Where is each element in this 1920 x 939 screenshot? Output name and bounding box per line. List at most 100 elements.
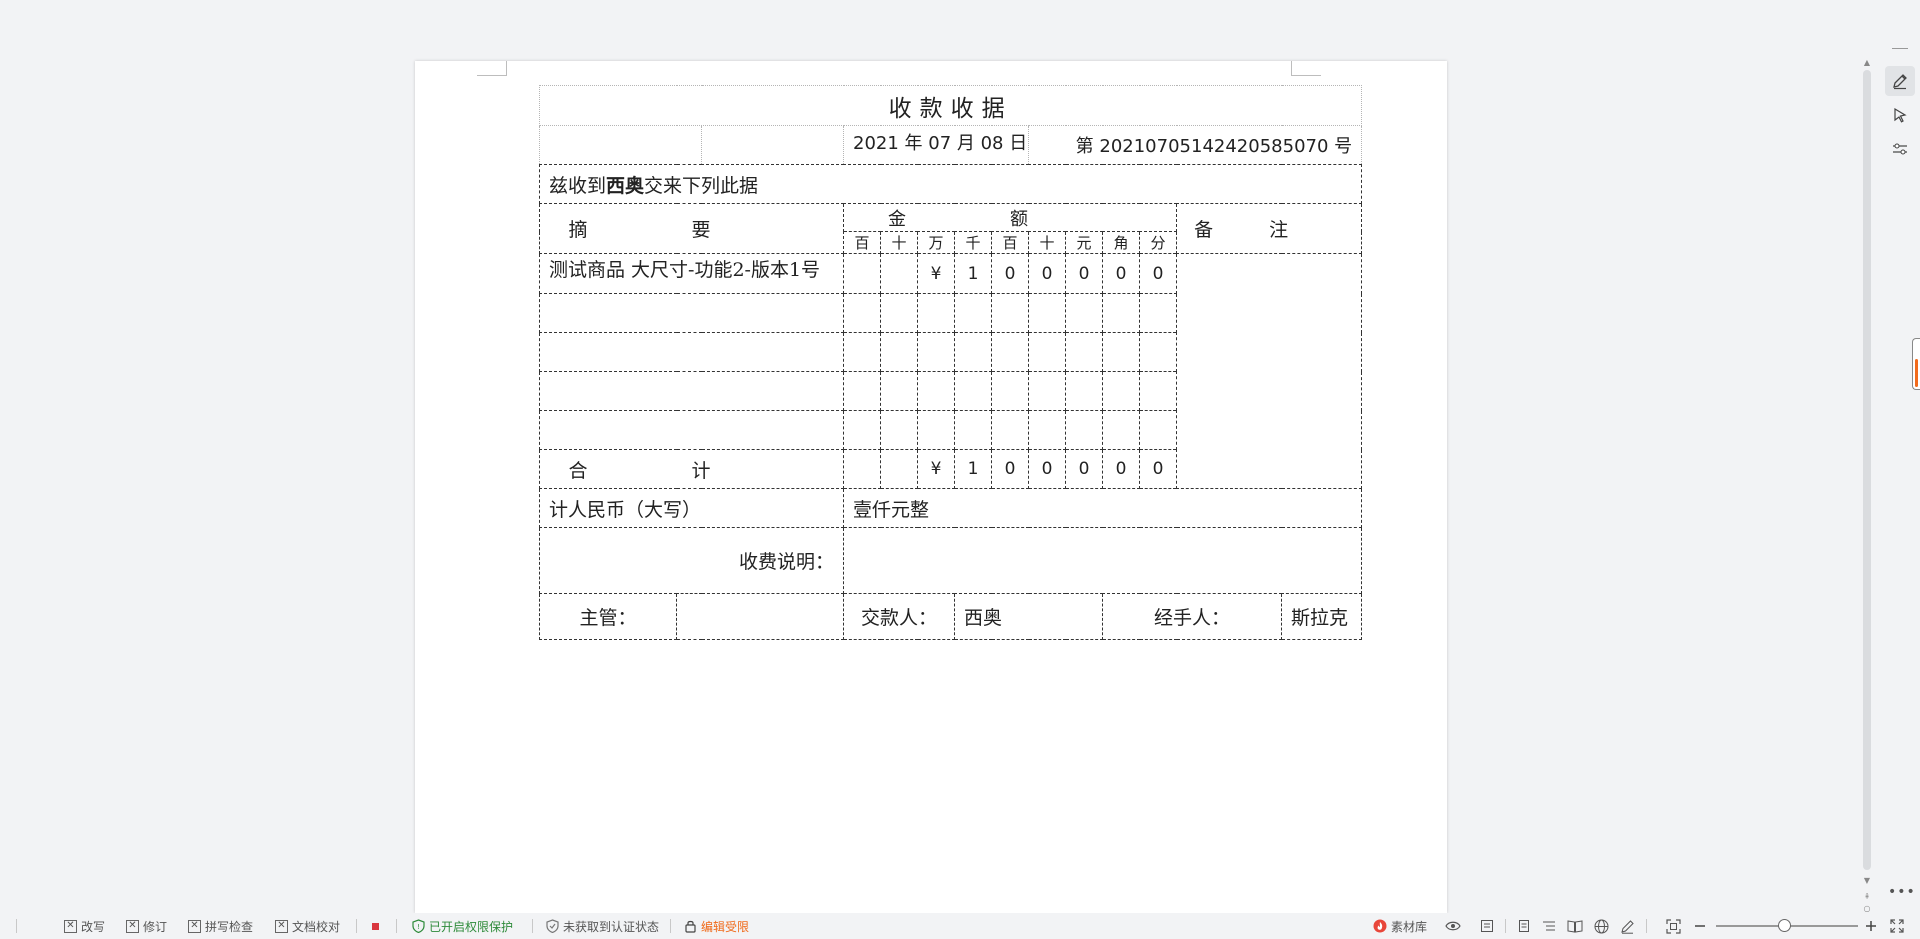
remark-cell[interactable] xyxy=(1175,253,1363,489)
payer-label: 交款人： xyxy=(843,593,955,640)
item-digit[interactable]: 0 xyxy=(1065,253,1103,294)
unit-ten-thousand-ten: 十 xyxy=(880,231,918,254)
total-digit[interactable]: 0 xyxy=(1139,449,1177,489)
svg-text:!: ! xyxy=(417,923,420,931)
unit-ten: 十 xyxy=(1028,231,1066,254)
more-options-icon[interactable]: ••• xyxy=(1888,884,1916,900)
supervisor-value[interactable] xyxy=(676,593,844,640)
write-mode-icon[interactable] xyxy=(1618,917,1636,935)
document-proofread-button[interactable]: ✕ 文档校对 xyxy=(275,918,340,934)
total-label: 合计 xyxy=(539,449,844,489)
scroll-up-icon[interactable]: ▲ xyxy=(1862,58,1872,68)
supervisor-label: 主管： xyxy=(539,593,677,640)
document-page[interactable]: 收款收据 2021 年 07 月 08 日 第 2021070514242058… xyxy=(415,61,1447,913)
blank-header-cell xyxy=(701,125,844,165)
checkbox-off-icon: ✕ xyxy=(275,919,288,933)
receipt-title: 收款收据 xyxy=(538,85,1363,126)
checkbox-off-icon: ✕ xyxy=(188,919,201,933)
item-digit[interactable]: ¥ xyxy=(917,253,955,294)
total-digit[interactable]: 0 xyxy=(1028,449,1066,489)
received-prefix: 兹收到 xyxy=(549,174,607,197)
checkbox-off-icon: ✕ xyxy=(64,919,77,933)
crop-mark-top-left xyxy=(477,61,507,76)
total-digit[interactable]: ¥ xyxy=(917,449,955,489)
zoom-in-icon[interactable] xyxy=(1862,917,1880,935)
rmb-value[interactable]: 壹仟元整 xyxy=(842,488,1363,528)
receipt-date: 2021 年 07 月 08 日 xyxy=(843,125,1029,165)
payer-name-bold: 西奥 xyxy=(606,174,645,197)
total-digit[interactable] xyxy=(843,449,881,489)
edit-pen-icon[interactable] xyxy=(1885,66,1915,96)
empty-cell[interactable] xyxy=(539,371,844,411)
outline-view-icon[interactable] xyxy=(1478,917,1496,935)
fee-description-value[interactable] xyxy=(842,527,1363,594)
fire-icon xyxy=(1373,919,1387,933)
column-remark-header: 备注 xyxy=(1175,203,1363,254)
rmb-label: 计人民币（大写） xyxy=(539,488,844,528)
shield-icon: ! xyxy=(412,919,425,933)
payer-value[interactable]: 西奥 xyxy=(954,593,1103,640)
blank-header-cell xyxy=(539,125,702,165)
item-digit[interactable]: 0 xyxy=(1028,253,1066,294)
item-digit[interactable]: 0 xyxy=(1139,253,1177,294)
unit-hundred: 百 xyxy=(991,231,1029,254)
scroll-down-icon[interactable]: ▼ xyxy=(1862,876,1872,886)
overwrite-mode-button[interactable]: ✕ 改写 xyxy=(64,918,105,934)
settings-sliders-icon[interactable] xyxy=(1885,134,1915,164)
reading-mode-icon[interactable] xyxy=(1566,917,1584,935)
lock-icon xyxy=(685,920,696,933)
status-bar: ✕ 改写 ✕ 修订 ✕ 拼写检查 ✕ 文档校对 ! 已开启权限保护 未获取到认证状态 编… xyxy=(0,913,1920,939)
total-digit[interactable]: 0 xyxy=(1065,449,1103,489)
total-digit[interactable]: 1 xyxy=(954,449,992,489)
page-view-icon[interactable] xyxy=(1515,917,1533,935)
unit-hundred-thousand: 百 xyxy=(843,231,881,254)
fullscreen-icon[interactable] xyxy=(1888,917,1906,935)
receipt-number: 第 20210705142420585070 号 xyxy=(1027,125,1363,165)
record-macro-button[interactable] xyxy=(372,918,379,934)
prev-page-icon[interactable]: ⇞ xyxy=(1862,892,1872,902)
empty-cell[interactable] xyxy=(539,332,844,372)
item-name[interactable]: 测试商品 大尺寸-功能2-版本1号 xyxy=(539,253,844,294)
item-digit[interactable]: 0 xyxy=(1102,253,1140,294)
permission-protection-status[interactable]: ! 已开启权限保护 xyxy=(412,918,513,934)
rail-divider xyxy=(1892,48,1908,49)
received-suffix: 交来下列此据 xyxy=(644,174,759,197)
unit-ten-thousand: 万 xyxy=(917,231,955,254)
side-panel-toggle[interactable] xyxy=(1912,338,1920,390)
edit-restricted-status[interactable]: 编辑受限 xyxy=(684,918,749,934)
unit-fen: 分 xyxy=(1139,231,1177,254)
shield-check-icon xyxy=(546,919,559,933)
certification-status[interactable]: 未获取到认证状态 xyxy=(546,918,659,934)
column-amount-header: 金额 xyxy=(843,203,1177,232)
total-digit[interactable] xyxy=(880,449,918,489)
right-tool-rail xyxy=(1880,40,1920,910)
total-digit[interactable]: 0 xyxy=(1102,449,1140,489)
unit-thousand: 千 xyxy=(954,231,992,254)
select-pointer-icon[interactable] xyxy=(1885,100,1915,130)
zoom-out-icon[interactable] xyxy=(1691,917,1709,935)
receipt-table[interactable]: 收款收据 2021 年 07 月 08 日 第 2021070514242058… xyxy=(538,85,1363,640)
table-row: 测试商品 大尺寸-功能2-版本1号 ¥ 1 0 0 0 0 0 xyxy=(539,253,1363,489)
record-icon xyxy=(372,922,379,930)
checkbox-off-icon: ✕ xyxy=(126,919,139,933)
material-library-button[interactable]: 素材库 xyxy=(1373,918,1427,934)
item-digit[interactable]: 0 xyxy=(991,253,1029,294)
spell-check-button[interactable]: ✕ 拼写检查 xyxy=(188,918,253,934)
empty-cell[interactable] xyxy=(539,293,844,333)
outline-list-icon[interactable] xyxy=(1540,917,1558,935)
handler-value[interactable]: 斯拉克 xyxy=(1280,593,1363,640)
vertical-scrollbar[interactable]: ▲ ▼ ⇞ ○ ⇟ xyxy=(1860,40,1874,925)
scrollbar-thumb[interactable] xyxy=(1863,70,1871,870)
column-summary-header: 摘要 xyxy=(539,203,844,254)
item-digit[interactable]: 1 xyxy=(954,253,992,294)
track-changes-button[interactable]: ✕ 修订 xyxy=(126,918,167,934)
zoom-slider-handle[interactable] xyxy=(1778,919,1791,932)
fit-page-icon[interactable] xyxy=(1664,917,1682,935)
item-digit[interactable] xyxy=(880,253,918,294)
web-layout-icon[interactable] xyxy=(1592,917,1610,935)
received-from-row: 兹收到西奥交来下列此据 xyxy=(538,164,1363,204)
eye-protection-icon[interactable] xyxy=(1444,917,1462,935)
empty-cell[interactable] xyxy=(539,410,844,450)
total-digit[interactable]: 0 xyxy=(991,449,1029,489)
item-digit[interactable] xyxy=(843,253,881,294)
